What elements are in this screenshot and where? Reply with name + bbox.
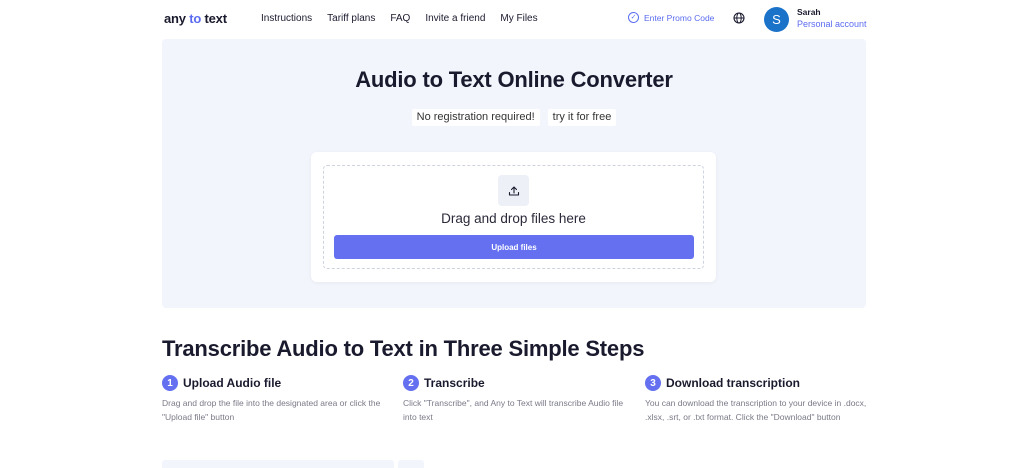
user-name: Sarah [797,7,821,17]
hero-title: Audio to Text Online Converter [355,67,673,92]
step-number: 1 [162,375,178,391]
upload-files-button[interactable]: Upload files [334,235,694,259]
logo[interactable]: any to text [164,11,227,26]
promo-label: Enter Promo Code [644,12,715,23]
logo-part1: any [164,11,190,26]
steps-title: Transcribe Audio to Text in Three Simple… [162,336,645,361]
check-circle-icon: ✓ [628,12,639,23]
personal-account-link[interactable]: Personal account [797,19,867,29]
nav-faq[interactable]: FAQ [390,13,410,24]
step-number: 2 [403,375,419,391]
nav-tariff-plans[interactable]: Tariff plans [327,13,375,24]
step-title: Download transcription [666,376,801,390]
logo-part2: text [201,11,228,26]
step-description: Click "Transcribe", and Any to Text will… [403,398,624,422]
step-number: 3 [645,375,661,391]
promo-code-link[interactable]: ✓ Enter Promo Code [628,12,714,23]
avatar[interactable]: S [764,7,789,32]
step-description: You can download the transcription to yo… [645,398,867,422]
step-description: Drag and drop the file into the designat… [162,398,381,422]
upload-icon [498,175,529,206]
main-nav: Instructions Tariff plans FAQ Invite a f… [261,13,553,24]
logo-accent: to [189,11,202,26]
hero-section: Audio to Text Online Converter No regist… [162,39,866,308]
step-title: Upload Audio file [183,376,282,390]
hero-tags: No registration required! try it for fre… [162,109,866,126]
tag-no-registration: No registration required! [411,109,540,126]
nav-my-files[interactable]: My Files [500,13,537,24]
drop-text: Drag and drop files here [441,211,586,226]
nav-instructions[interactable]: Instructions [261,13,312,24]
top-header: any to text Instructions Tariff plans FA… [0,0,1024,38]
step-transcribe: 2 Transcribe Click "Transcribe", and Any… [403,375,638,424]
step-upload: 1 Upload Audio file Drag and drop the fi… [162,375,397,424]
nav-invite-friend[interactable]: Invite a friend [425,13,485,24]
next-section-card [398,460,424,468]
upload-card: Drag and drop files here Upload files [311,152,716,282]
file-dropzone[interactable]: Drag and drop files here Upload files [323,165,704,269]
tag-free: try it for free [547,109,617,126]
next-section-card [162,460,394,468]
step-title: Transcribe [424,376,485,390]
globe-icon[interactable] [733,12,745,24]
step-download: 3 Download transcription You can downloa… [645,375,867,424]
